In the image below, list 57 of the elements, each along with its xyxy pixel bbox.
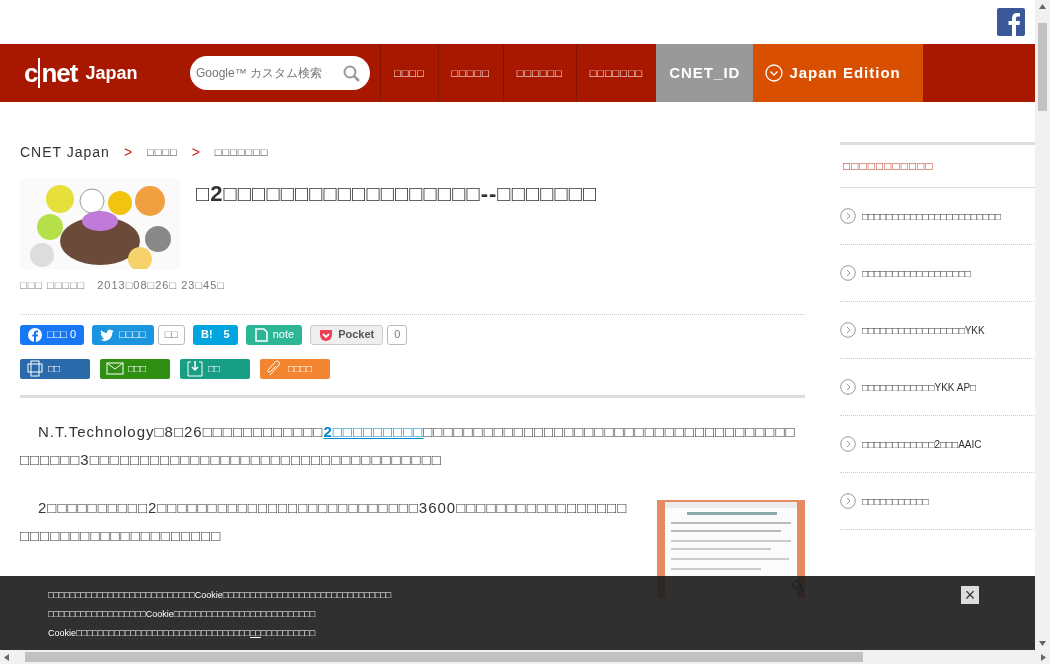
- scrollbar-thumb[interactable]: [25, 652, 863, 662]
- scroll-left-icon[interactable]: [4, 653, 9, 661]
- logo[interactable]: cnet: [24, 60, 78, 86]
- chevron-down-icon: [765, 64, 784, 82]
- chevron-right-icon: [840, 265, 856, 281]
- scroll-down-icon[interactable]: [1039, 641, 1046, 646]
- chevron-right-icon: [840, 493, 856, 509]
- chevron-right-icon: [840, 379, 856, 395]
- breadcrumb-separator: >: [123, 143, 134, 162]
- sidebar-link[interactable]: □□□□□□□□□□□□□□□□□YKK: [862, 322, 985, 338]
- search-field[interactable]: Google™ カスタム検索: [190, 56, 370, 90]
- breadcrumb-separator: >: [191, 143, 201, 162]
- logo-text: Japan: [85, 61, 138, 85]
- print-button[interactable]: □□: [20, 358, 90, 379]
- cookie-notice-text: □□□□□□□□□□□□□□□□□□Cookie□□□□□□□□□□□□□□□□□□□□□□□□□□: [48, 608, 316, 621]
- search-icon: [343, 65, 360, 82]
- nav-item[interactable]: □□□□: [380, 44, 438, 102]
- close-button[interactable]: ×: [961, 586, 979, 604]
- share-count: □□: [157, 324, 185, 345]
- sidebar-link[interactable]: □□□□□□□□□□□□□□□□□□□□□□□: [862, 208, 1001, 224]
- publish-date: 2013□08□26□ 23□45□: [97, 278, 225, 293]
- breadcrumb-current: □□□□□□□: [214, 145, 269, 161]
- article-title: □2□□□□□□□□□□□□□□□□□□--□□□□□□□: [196, 181, 598, 208]
- share-count: 0: [387, 324, 408, 345]
- printer-icon: [26, 360, 44, 377]
- scroll-up-icon[interactable]: [1039, 4, 1046, 9]
- sidebar-link[interactable]: □□□□□□□□□□□□YKK AP□: [862, 379, 977, 395]
- bird-icon: [100, 327, 115, 342]
- nav-item[interactable]: □□□□□□: [502, 44, 576, 102]
- chevron-right-icon: [840, 208, 856, 224]
- author-name: □□□ □□□□□: [20, 278, 86, 293]
- article-paragraph: 2□□□□□□□□□□2□□□□□□□□□□□□□□□□□□□□□□□□□□3600□□□□□□□□□□□□□□□□□□□□□□□□□□□□□□□□□□□□□: [20, 497, 629, 546]
- edition-selector[interactable]: Japan Edition: [753, 44, 923, 102]
- cookie-notice-text: Cookie□□□□□□□□□□□□□□□□□□□□□□□□□□□□□□□□□□□□□□□□□□□□: [48, 627, 316, 640]
- breadcrumb-link[interactable]: □□□□: [147, 144, 178, 161]
- sidebar-link[interactable]: □□□□□□□□□□□: [862, 493, 929, 509]
- facebook-share-button[interactable]: □□□ 0: [20, 324, 85, 345]
- download-icon: [186, 360, 204, 377]
- scrollbar-thumb[interactable]: [1038, 23, 1047, 111]
- scroll-right-icon[interactable]: [1041, 653, 1046, 661]
- mail-button[interactable]: □□□: [100, 358, 170, 379]
- facebook-icon: [28, 327, 42, 342]
- cookie-notice-text: □□□□□□□□□□□□□□□□□□□□□□□□□□□Cookie□□□□□□□□□□□□□□□□□□□□□□□□□□□□□□□: [48, 589, 392, 602]
- note-icon: [253, 327, 268, 342]
- chevron-right-icon: [840, 322, 856, 338]
- chevron-right-icon: [840, 436, 856, 452]
- envelope-icon: [106, 360, 124, 377]
- pocket-share-button[interactable]: Pocket: [310, 324, 384, 345]
- sidebar-link[interactable]: □□□□□□□□□□□□□□□□□□: [862, 265, 971, 281]
- breadcrumb-link[interactable]: CNET Japan: [20, 142, 110, 163]
- article-paragraph: N.T.Technology□8□26□□□□□□□□□□□□2□□□□□□□□□□□□□□□□□□□□□□□□□□□□□□□□□□□□□□□□□□□□□□□□□□□□3□□□□□□□□□□□□□□□□□□□□□□□□□□□□□□□□□□□: [20, 421, 797, 470]
- sidebar-link[interactable]: □□□□□□□□□□□□2□□□AAIC: [862, 436, 982, 452]
- pocket-icon: [319, 327, 334, 342]
- cookie-policy-link[interactable]: □□: [249, 628, 261, 638]
- facebook-icon[interactable]: [997, 8, 1025, 36]
- article-link[interactable]: 2□□□□□□□□□: [323, 422, 424, 440]
- nav-item[interactable]: □□□□□: [437, 44, 503, 102]
